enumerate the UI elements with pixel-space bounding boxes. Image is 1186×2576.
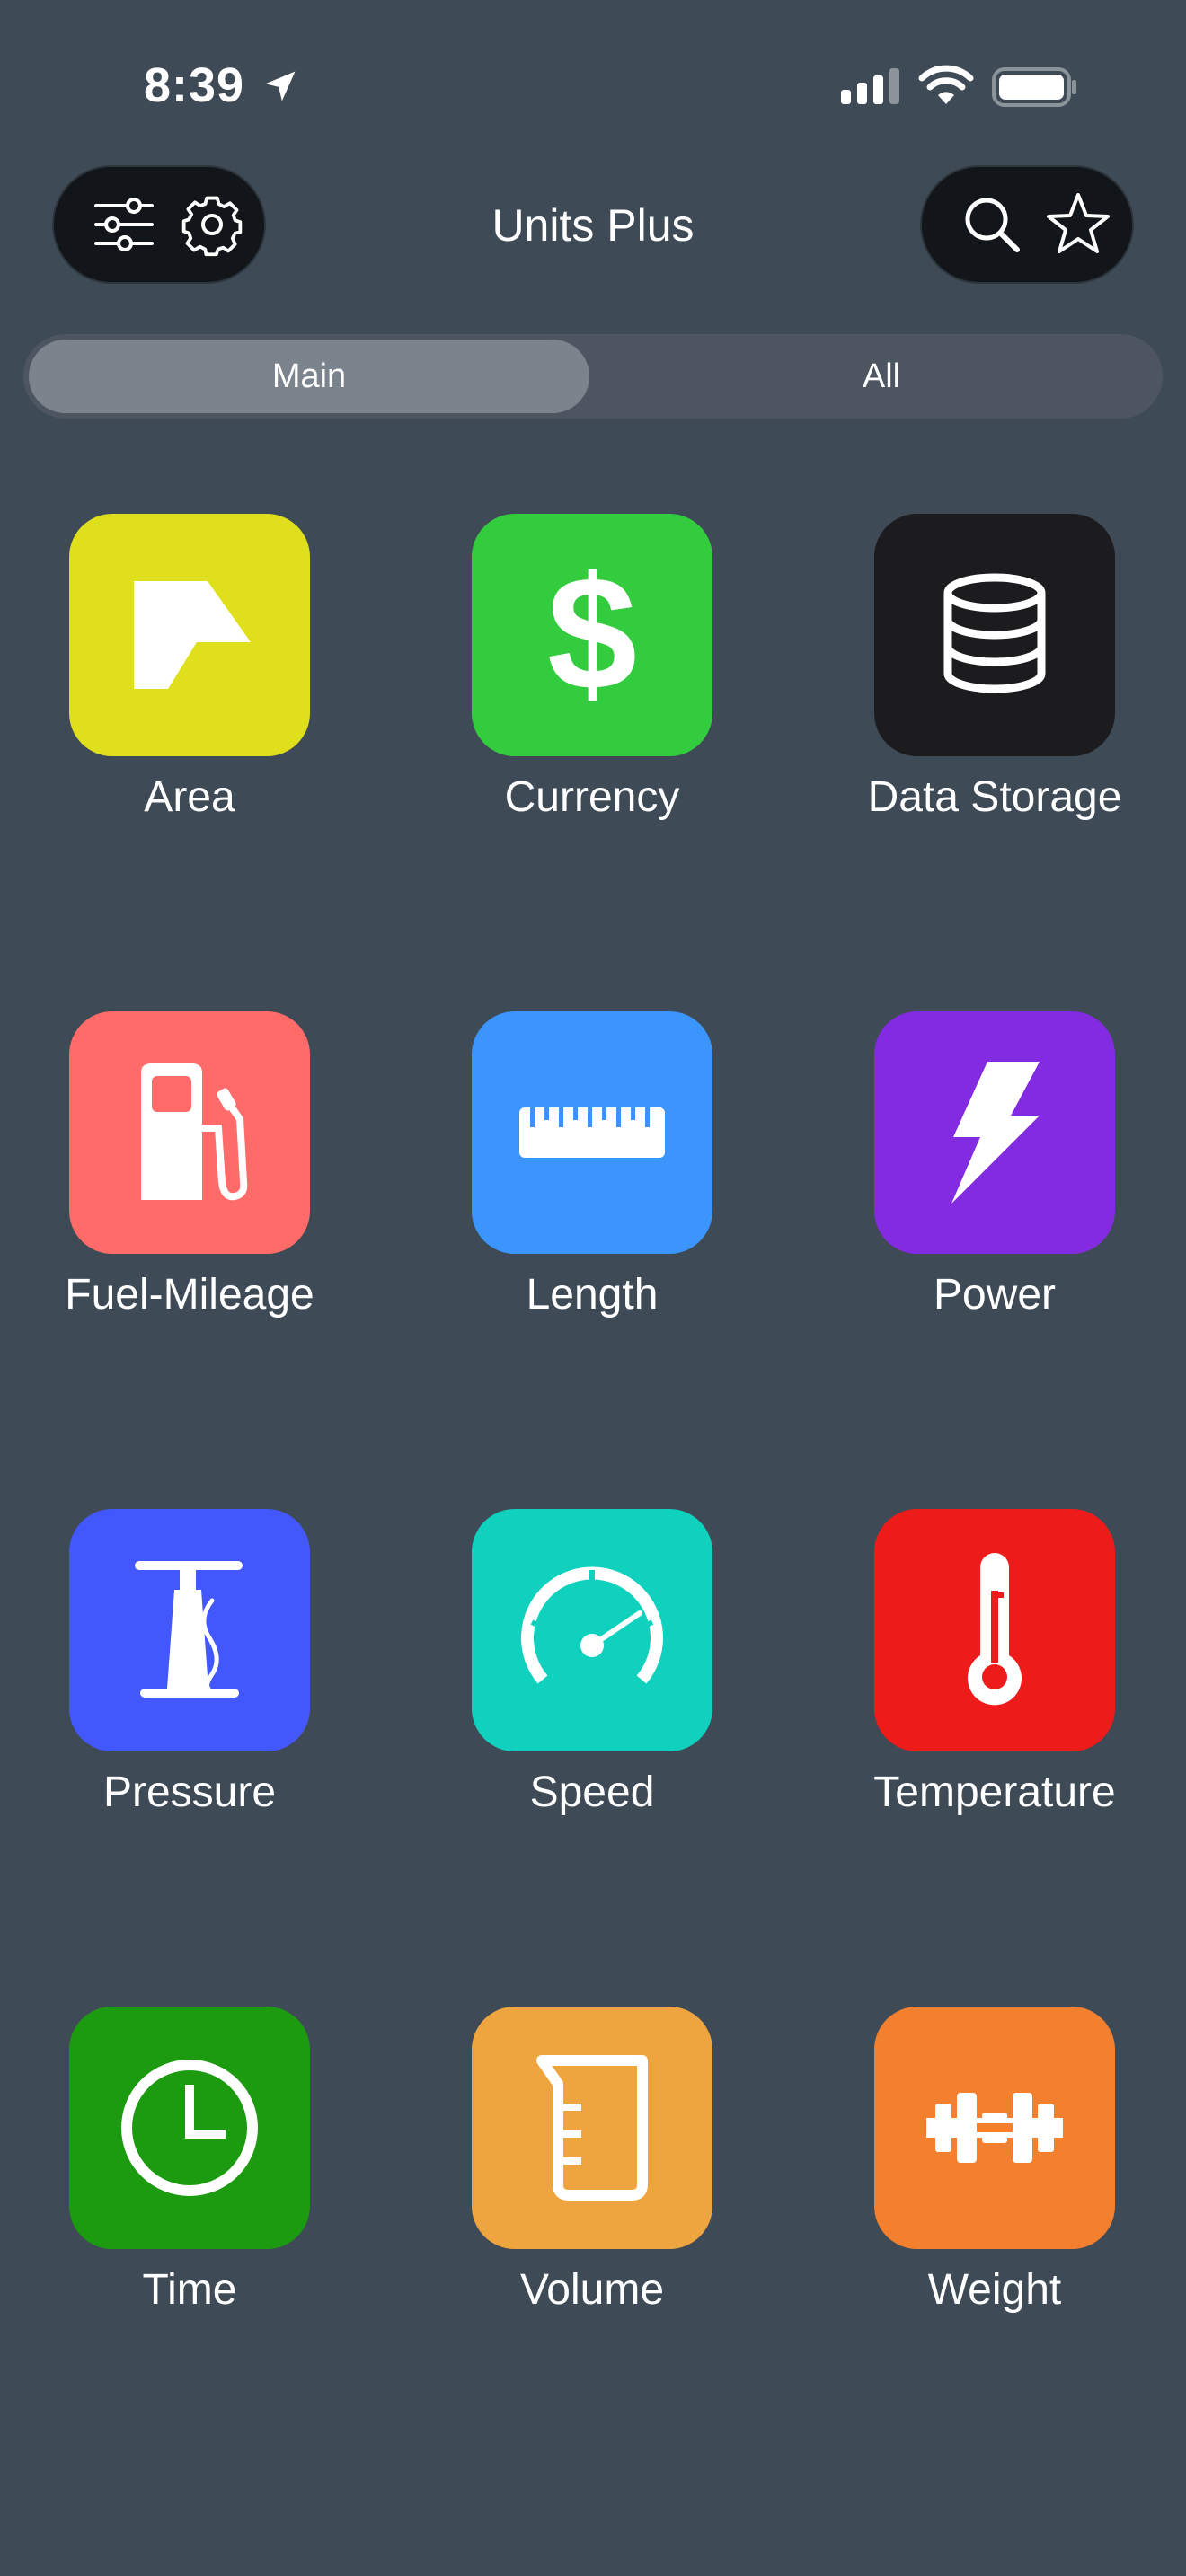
fuel-pump-icon: [141, 1063, 248, 1201]
category-weight[interactable]: Weight: [793, 2007, 1117, 2348]
status-time: 8:39: [144, 58, 245, 112]
settings-button[interactable]: [176, 189, 248, 260]
page-title: Units Plus: [491, 200, 695, 251]
category-label: Length: [526, 1271, 659, 1319]
category-power[interactable]: Power: [793, 1011, 1117, 1353]
beaker-icon: [536, 2055, 648, 2201]
wifi-icon: [918, 65, 974, 104]
category-icon-tile: $: [472, 514, 712, 756]
category-icon-tile: [874, 1011, 1115, 1254]
speedometer-icon: [521, 1566, 663, 1684]
category-label: Weight: [927, 2266, 1062, 2314]
segment-all[interactable]: All: [607, 340, 1155, 413]
dumbbell-icon: [926, 2093, 1063, 2163]
category-label: Speed: [529, 1769, 655, 1816]
category-label: Volume: [519, 2266, 665, 2314]
category-volume[interactable]: Volume: [391, 2007, 714, 2348]
search-button[interactable]: [956, 189, 1028, 260]
dollar-icon: $: [547, 554, 637, 716]
category-icon-tile: [874, 2007, 1115, 2249]
sliders-icon: [94, 198, 154, 251]
ruler-icon: [519, 1107, 665, 1158]
category-fuel-mileage[interactable]: Fuel-Mileage: [0, 1011, 314, 1353]
star-icon: [1047, 193, 1110, 253]
gear-icon: [181, 196, 243, 257]
category-icon-tile: [874, 1509, 1115, 1751]
category-area[interactable]: Area: [0, 514, 312, 855]
favorites-button[interactable]: [1042, 189, 1114, 260]
category-label: Area: [144, 773, 235, 821]
category-label: Currency: [504, 773, 680, 821]
thermometer-icon: [968, 1553, 1022, 1706]
left-toolbar-pill: [54, 167, 264, 282]
right-toolbar-pill: [922, 167, 1132, 282]
status-bar: 8:39: [0, 0, 1186, 171]
category-icon-tile: [69, 1011, 310, 1254]
clock-icon: [121, 2060, 258, 2196]
category-label: Time: [142, 2266, 237, 2314]
category-icon-tile: [69, 514, 310, 756]
search-icon: [965, 198, 1020, 252]
category-label: Data Storage: [867, 773, 1122, 821]
category-icon-tile: [472, 2007, 712, 2249]
database-icon: [943, 573, 1046, 693]
segmented-control: Main All: [23, 334, 1163, 419]
category-icon-tile: [472, 1011, 712, 1254]
filter-settings-button[interactable]: [88, 189, 160, 260]
category-icon-tile: [472, 1509, 712, 1751]
area-shape-icon: [134, 581, 251, 689]
segment-main[interactable]: Main: [29, 340, 589, 413]
category-label: Power: [933, 1271, 1057, 1319]
category-icon-tile: [69, 1509, 310, 1751]
battery-icon: [992, 67, 1076, 107]
cellular-signal-icon: [841, 68, 899, 104]
svg-text:$: $: [547, 554, 637, 716]
category-label: Temperature: [873, 1769, 1116, 1816]
air-pump-icon: [135, 1561, 243, 1698]
category-pressure[interactable]: Pressure: [0, 1509, 312, 1850]
category-currency[interactable]: $ Currency: [391, 514, 714, 855]
navigation-bar: Units Plus: [0, 167, 1186, 284]
category-data-storage[interactable]: Data Storage: [793, 514, 1121, 855]
category-icon-tile: [874, 514, 1115, 756]
category-temperature[interactable]: Temperature: [793, 1509, 1117, 1850]
category-label: Fuel-Mileage: [65, 1271, 314, 1319]
category-speed[interactable]: Speed: [391, 1509, 714, 1850]
category-label: Pressure: [102, 1769, 277, 1816]
lightning-icon: [951, 1062, 1040, 1204]
category-time[interactable]: Time: [0, 2007, 312, 2348]
location-arrow-icon: [265, 71, 296, 101]
category-length[interactable]: Length: [391, 1011, 714, 1353]
category-icon-tile: [69, 2007, 310, 2249]
